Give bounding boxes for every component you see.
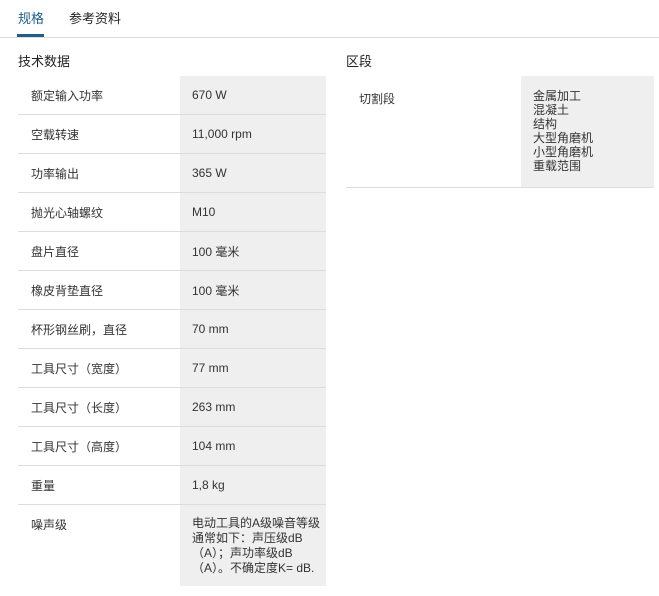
zone-label: 切割段	[359, 92, 396, 106]
tech-data-title: 技术数据	[18, 54, 71, 69]
spec-value: 263 mm	[180, 387, 326, 427]
zone-row: 切割段 金属加工 混凝土 结构 大型角磨机 小型角磨机 重载范围	[346, 76, 654, 188]
spec-key: 杯形钢丝刷，直径	[18, 309, 180, 349]
spec-row: 功率输出 365 W	[18, 153, 326, 193]
zone-item: 混凝土	[533, 103, 570, 117]
spec-row: 杯形钢丝刷，直径 70 mm	[18, 309, 326, 349]
spec-row: 工具尺寸（长度） 263 mm	[18, 387, 326, 427]
spec-value: 11,000 rpm	[180, 114, 326, 154]
tab-references[interactable]: 参考资料	[69, 8, 121, 27]
spec-row: 工具尺寸（高度） 104 mm	[18, 426, 326, 466]
spec-row: 额定输入功率 670 W	[18, 76, 326, 115]
spec-row: 抛光心轴螺纹 M10	[18, 192, 326, 232]
spec-key: 盘片直径	[18, 231, 180, 271]
spec-value: 77 mm	[180, 348, 326, 388]
spec-row: 空载转速 11,000 rpm	[18, 114, 326, 154]
spec-key: 工具尺寸（宽度）	[18, 348, 180, 388]
spec-row: 重量 1,8 kg	[18, 465, 326, 505]
spec-row: 盘片直径 100 毫米	[18, 231, 326, 271]
spec-value: 1,8 kg	[180, 465, 326, 505]
zone-item: 重载范围	[533, 159, 582, 173]
spec-key: 空载转速	[18, 114, 180, 154]
tab-bar: 规格 参考资料	[0, 0, 659, 38]
spec-row: 橡皮背垫直径 100 毫米	[18, 270, 326, 310]
spec-key: 功率输出	[18, 153, 180, 193]
spec-value: M10	[180, 192, 326, 232]
spec-value: 100 毫米	[180, 270, 326, 310]
spec-table: 额定输入功率 670 W 空载转速 11,000 rpm 功率输出 365 W 抛光心轴螺纹…	[18, 76, 326, 586]
zone-item: 小型角磨机	[533, 145, 594, 159]
spec-key: 额定输入功率	[18, 76, 180, 115]
spec-key: 重量	[18, 465, 180, 505]
zone-values: 金属加工 混凝土 结构 大型角磨机 小型角磨机 重载范围	[521, 76, 654, 187]
spec-value: 104 mm	[180, 426, 326, 466]
zone-title: 区段	[346, 54, 373, 69]
zone-item: 金属加工	[533, 89, 582, 103]
spec-value: 100 毫米	[180, 231, 326, 271]
spec-row: 噪声级 电动工具的A级噪音等级通常如下：声压级dB（A）；声功率级dB（A）。不确…	[18, 504, 326, 586]
spec-value: 70 mm	[180, 309, 326, 349]
spec-row: 工具尺寸（宽度） 77 mm	[18, 348, 326, 388]
spec-key: 工具尺寸（高度）	[18, 426, 180, 466]
tab-specs[interactable]: 规格	[18, 8, 44, 27]
spec-key: 抛光心轴螺纹	[18, 192, 180, 232]
spec-key: 工具尺寸（长度）	[18, 387, 180, 427]
spec-value: 365 W	[180, 153, 326, 193]
zone-item: 大型角磨机	[533, 131, 594, 145]
spec-key: 橡皮背垫直径	[18, 270, 180, 310]
zone-item: 结构	[533, 117, 558, 131]
spec-value: 电动工具的A级噪音等级通常如下：声压级dB（A）；声功率级dB（A）。不确定度K…	[180, 504, 326, 586]
spec-key: 噪声级	[31, 518, 68, 532]
spec-value: 670 W	[180, 76, 326, 115]
active-tab-indicator	[17, 34, 44, 37]
